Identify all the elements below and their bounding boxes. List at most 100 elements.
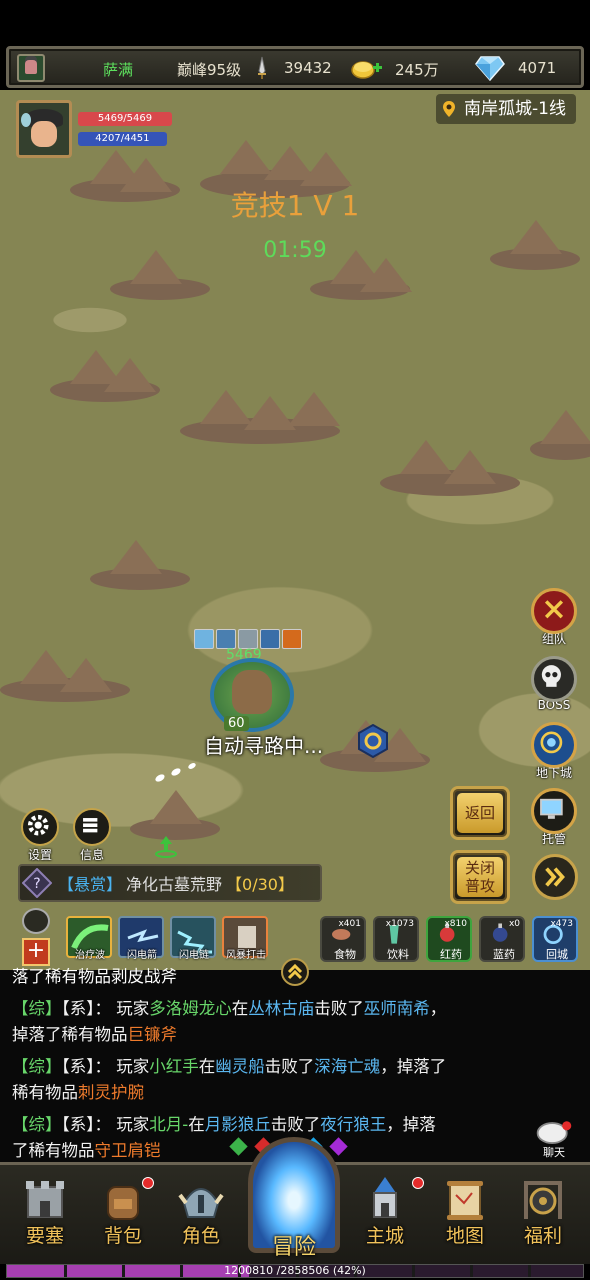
character-level: 60: [224, 716, 249, 731]
footsteps-icon: [155, 763, 196, 782]
gong-icon: [524, 1181, 562, 1219]
mini-avatar-icon[interactable]: [17, 54, 45, 82]
scroll-map-icon: [447, 1181, 483, 1220]
chat-player-name[interactable]: 小红手: [149, 1057, 199, 1076]
team-button[interactable]: 组队: [530, 588, 578, 647]
buff-wave-icon: [216, 629, 236, 649]
player-level: 巅峰95级: [177, 61, 242, 79]
arena-title: 竞技1 V 1: [230, 189, 360, 222]
chat-button[interactable]: 聊天: [532, 1120, 576, 1164]
nav-bag[interactable]: 背包: [90, 1173, 156, 1248]
chat-item-name[interactable]: 刺灵护腕: [78, 1083, 144, 1102]
chat-place-name: 丛林古庙: [248, 999, 315, 1018]
chat-item-name[interactable]: 巨镰斧: [128, 1025, 178, 1044]
boss-button[interactable]: BOSS: [530, 656, 578, 712]
item-blue-potion[interactable]: x0 蓝药: [479, 916, 527, 962]
mp-bar: 4207/4451: [78, 132, 167, 146]
dungeon-button[interactable]: 地下城: [530, 722, 578, 781]
buff-shield-icon: [238, 629, 258, 649]
fortress-icon: [26, 1181, 64, 1218]
hp-bar: 5469/5469: [78, 112, 172, 126]
chat-text: 击败了: [314, 999, 364, 1018]
item-red-potion[interactable]: x810 红药: [426, 916, 474, 962]
status-strip: [0, 0, 590, 44]
item-label: 食物: [334, 948, 356, 961]
info-button[interactable]: 信息: [70, 808, 114, 863]
chat-collapse-button[interactable]: [281, 958, 309, 986]
expand-arrow-button[interactable]: [532, 854, 578, 900]
nav-adventure-label: 冒险: [271, 1235, 316, 1260]
chat-tag: 【综】: [12, 999, 62, 1018]
item-count: x0: [508, 919, 520, 929]
item-count: x1073: [385, 919, 414, 929]
chat-text: 稀有物品: [12, 1083, 78, 1102]
skill-storm-strike[interactable]: 风暴打击: [222, 916, 270, 961]
chat-player-name[interactable]: 北月-: [149, 1115, 188, 1134]
chat-item-name[interactable]: 守卫肩铠: [95, 1141, 161, 1160]
chat-text: ，掉落: [386, 1115, 436, 1134]
nav-role[interactable]: 角色: [168, 1173, 234, 1248]
combat-power: 39432: [284, 59, 332, 77]
normal-attack-label: 关闭 普攻: [457, 857, 503, 897]
item-label: 蓝药: [493, 948, 515, 961]
skill-label: 治疗波: [75, 950, 105, 961]
item-count: x473: [550, 919, 573, 929]
location-label[interactable]: 南岸孤城-1线: [436, 94, 576, 124]
chat-boss-name: 深海亡魂: [314, 1057, 381, 1076]
settings-label: 设置: [27, 848, 52, 862]
chat-player-name[interactable]: 多洛姆龙心: [149, 999, 232, 1018]
question-icon: ?: [22, 868, 52, 898]
gold-amount: 245万: [395, 61, 439, 79]
managed-button[interactable]: 托管: [530, 788, 578, 847]
item-return-city[interactable]: x473 回城: [532, 916, 580, 962]
chat-tag: 【综】: [12, 1115, 62, 1134]
chat-place-name: 幽灵船: [215, 1057, 265, 1076]
chat-text: 落了稀有物品: [12, 967, 111, 986]
auto-path-icon[interactable]: [356, 724, 390, 758]
item-label: 回城: [546, 948, 568, 961]
player-avatar[interactable]: [16, 100, 72, 158]
skill-lightning-arrow[interactable]: 闪电箭: [118, 916, 166, 961]
chat-text: ： 玩家: [94, 1115, 150, 1134]
gold-icon[interactable]: [351, 56, 383, 80]
item-count: x401: [338, 919, 361, 929]
city-notification-dot: [412, 1177, 424, 1189]
nav-fortress[interactable]: 要塞: [12, 1173, 78, 1248]
buff-ice-icon: [194, 629, 214, 649]
mp-text: 4207/4451: [95, 133, 150, 144]
item-drink[interactable]: x1073 饮料: [373, 916, 421, 962]
dungeon-portal-icon: [540, 731, 563, 754]
nav-welfare[interactable]: 福利: [510, 1173, 576, 1248]
skill-lightning-chain[interactable]: 闪电链: [170, 916, 218, 961]
chevron-up-icon: [287, 963, 303, 980]
chat-text: 击败了: [264, 1057, 315, 1076]
auto-path-text: 自动寻路中...: [204, 734, 324, 758]
quest-name: 净化古墓荒野: [126, 875, 223, 894]
diamond-icon[interactable]: [475, 55, 505, 81]
player-hud: 5469/5469 4207/4451: [16, 100, 176, 160]
back-button[interactable]: 返回: [450, 786, 510, 840]
add-skill-button[interactable]: +: [22, 938, 50, 966]
menu-icon: [83, 818, 98, 833]
skill-label: 闪电链: [179, 950, 209, 961]
skill-heal-wave[interactable]: 治疗波: [66, 916, 114, 961]
helmet-icon: [178, 1188, 224, 1218]
player-character[interactable]: 60: [210, 658, 294, 732]
back-label: 返回: [457, 793, 503, 833]
quest-progress: 【0/30】: [226, 875, 294, 894]
skull-icon: [541, 665, 561, 687]
svg-text:?: ?: [33, 876, 40, 892]
nav-main-city[interactable]: 主城: [352, 1173, 424, 1248]
nav-adventure[interactable]: 冒险: [242, 1131, 346, 1260]
chat-text: 在: [198, 1057, 216, 1076]
item-food[interactable]: x401 食物: [320, 916, 368, 962]
quest-tracker[interactable]: ? 【悬赏】 净化古墓荒野 【0/30】: [18, 864, 322, 902]
chat-message: 【综】【系】： 玩家多洛姆龙心在丛林古庙击败了巫师南希， 掉落了稀有物品巨镰斧: [12, 996, 578, 1048]
diamond-amount: 4071: [518, 59, 557, 77]
settings-button[interactable]: 设置: [18, 808, 62, 863]
nav-map[interactable]: 地图: [432, 1173, 498, 1248]
refresh-skill-button[interactable]: [22, 908, 50, 934]
chat-boss-name: 巫师南希: [363, 999, 430, 1018]
normal-attack-toggle[interactable]: 关闭 普攻: [450, 850, 510, 904]
bag-notification-dot: [142, 1177, 154, 1189]
